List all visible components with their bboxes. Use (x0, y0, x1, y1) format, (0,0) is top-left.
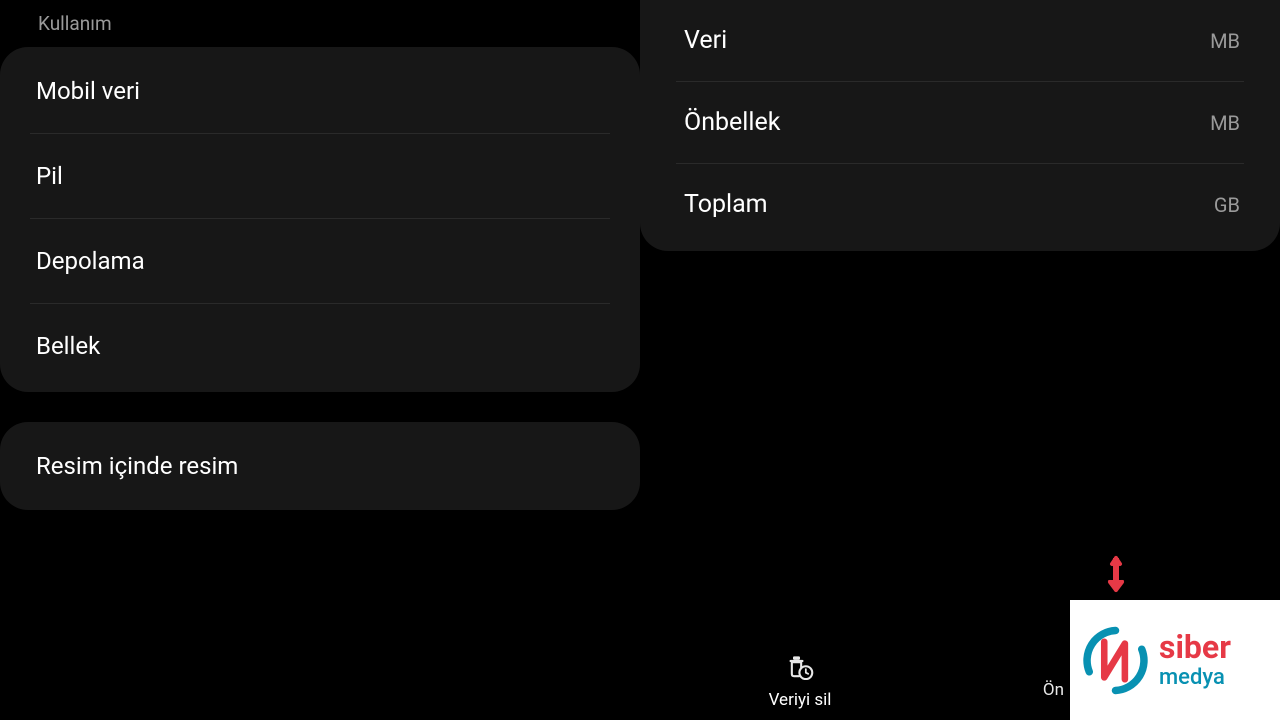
cache-unit: MB (1210, 111, 1240, 135)
clear-data-button[interactable]: Veriyi sil (640, 656, 960, 710)
storage-detail-card: Veri MB Önbellek MB Toplam GB (640, 0, 1280, 251)
logo-mark-icon (1078, 623, 1153, 698)
cache-label: Önbellek (684, 108, 780, 137)
logo-text-line2: medya (1159, 667, 1231, 689)
pip-card: Resim içinde resim (0, 422, 640, 510)
data-row: Veri MB (640, 0, 1280, 81)
clear-cache-partial-label: Ön (1043, 680, 1064, 700)
watermark-logo: siber medya (1070, 600, 1280, 720)
usage-section-header: Kullanım (0, 0, 640, 47)
logo-text-line1: siber (1159, 631, 1231, 663)
cache-row: Önbellek MB (640, 82, 1280, 163)
battery-item[interactable]: Pil (0, 134, 640, 218)
usage-card: Mobil veri Pil Depolama Bellek (0, 47, 640, 392)
total-unit: GB (1214, 193, 1240, 217)
mobile-data-item[interactable]: Mobil veri (0, 47, 640, 133)
memory-item[interactable]: Bellek (0, 304, 640, 392)
total-row: Toplam GB (640, 164, 1280, 251)
data-unit: MB (1210, 29, 1240, 53)
trash-clock-icon (786, 656, 814, 680)
logo-text: siber medya (1159, 631, 1231, 689)
total-label: Toplam (684, 190, 768, 219)
annotation-arrow-icon (1104, 554, 1128, 594)
clear-data-label: Veriyi sil (769, 690, 832, 710)
storage-item[interactable]: Depolama (0, 219, 640, 303)
pip-item[interactable]: Resim içinde resim (0, 422, 640, 510)
data-label: Veri (684, 26, 727, 55)
left-settings-panel: Kullanım Mobil veri Pil Depolama Bellek … (0, 0, 640, 720)
